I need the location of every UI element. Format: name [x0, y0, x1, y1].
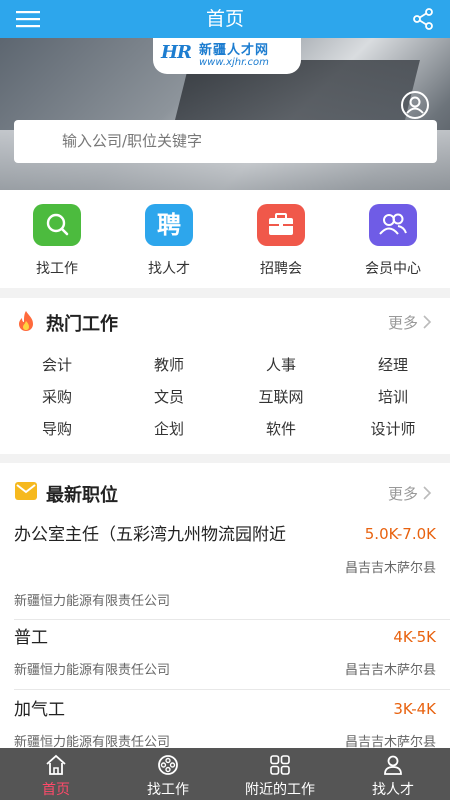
hot-job-tag[interactable]: 人事 [225, 354, 337, 375]
logo-url: www.xjhr.com [199, 57, 269, 68]
job-company: 新疆恒力能源有限责任公司 [14, 663, 171, 678]
tab-find-talent[interactable]: 找人才 [337, 748, 449, 800]
job-location: 昌吉吉木萨尔县 [344, 561, 436, 576]
hot-job-tag[interactable]: 经理 [337, 354, 449, 375]
search-placeholder: 输入公司/职位关键字 [62, 132, 203, 150]
chevron-right-icon[interactable] [422, 315, 432, 329]
job-list-item[interactable]: 办公室主任（五彩湾九州物流园附近 5.0K-7.0K 昌吉吉木萨尔县 新疆恒力能… [0, 515, 450, 620]
logo-name: 新疆人才网 [199, 43, 270, 58]
person-icon [384, 755, 402, 775]
banner: HR 新疆人才网 www.xjhr.com [0, 38, 450, 190]
job-list-item[interactable]: 加气工 3K-4K 新疆恒力能源有限责任公司 昌吉吉木萨尔县 [0, 692, 450, 752]
tab-home[interactable]: 首页 [0, 748, 112, 800]
job-title: 普工 [14, 628, 48, 648]
chevron-right-icon[interactable] [422, 486, 432, 500]
briefcase-icon [257, 204, 305, 246]
home-icon [46, 754, 66, 775]
job-salary: 3K-4K [393, 700, 436, 718]
job-location: 昌吉吉木萨尔县 [344, 663, 436, 678]
top-bar: 首页 [0, 0, 450, 38]
page-title: 首页 [205, 8, 244, 30]
quick-links: 找工作 聘 找人才 招聘会 会员中心 [0, 190, 450, 288]
latest-jobs-header: 最新职位 更多 [0, 463, 450, 507]
latest-jobs-title: 最新职位 [46, 485, 118, 506]
latest-jobs-more-link[interactable]: 更多 [388, 483, 418, 504]
hot-jobs-header: 热门工作 更多 [0, 298, 450, 342]
hot-job-tag[interactable]: 采购 [1, 386, 113, 407]
grid-icon [270, 755, 290, 775]
bottom-tab-bar: 首页 找工作 附近的工作 找人才 [0, 748, 450, 800]
hot-job-tag[interactable]: 设计师 [337, 418, 449, 439]
job-salary: 4K-5K [393, 628, 436, 646]
share-icon[interactable] [410, 6, 436, 32]
job-title: 加气工 [14, 700, 65, 720]
flame-icon [19, 311, 33, 331]
latest-jobs-section: 最新职位 更多 办公室主任（五彩湾九州物流园附近 5.0K-7.0K 昌吉吉木萨… [0, 463, 450, 753]
tab-nearby-jobs[interactable]: 附近的工作 [224, 748, 336, 800]
members-icon [369, 204, 417, 246]
hot-jobs-title: 热门工作 [46, 314, 118, 335]
quick-link-find-talent[interactable]: 聘 找人才 [124, 204, 214, 278]
hot-job-tag[interactable]: 文员 [113, 386, 225, 407]
job-salary: 5.0K-7.0K [364, 525, 436, 543]
recruit-icon: 聘 [145, 204, 193, 246]
hot-job-tag[interactable]: 互联网 [225, 386, 337, 407]
hot-job-tag[interactable]: 软件 [225, 418, 337, 439]
hot-jobs-section: 热门工作 更多 会计 教师 人事 经理 采购 文员 互联网 培训 导购 企划 软… [0, 298, 450, 454]
hot-job-tag[interactable]: 企划 [113, 418, 225, 439]
search-icon [33, 204, 81, 246]
tab-find-job[interactable]: 找工作 [112, 748, 224, 800]
quick-link-member-center[interactable]: 会员中心 [348, 204, 438, 278]
film-reel-icon [158, 755, 178, 775]
hot-job-tag[interactable]: 会计 [1, 354, 113, 375]
hot-job-tag[interactable]: 培训 [337, 386, 449, 407]
envelope-icon [15, 482, 37, 500]
job-list-item[interactable]: 普工 4K-5K 新疆恒力能源有限责任公司 昌吉吉木萨尔县 [0, 620, 450, 690]
quick-link-job-fair[interactable]: 招聘会 [236, 204, 326, 278]
logo-mark: HR [161, 42, 192, 63]
quick-link-find-job[interactable]: 找工作 [12, 204, 102, 278]
job-company: 新疆恒力能源有限责任公司 [14, 594, 171, 609]
job-title: 办公室主任（五彩湾九州物流园附近 [14, 525, 286, 545]
hot-jobs-more-link[interactable]: 更多 [388, 312, 418, 333]
search-input[interactable]: 输入公司/职位关键字 [14, 120, 437, 163]
site-logo: HR 新疆人才网 www.xjhr.com [153, 38, 301, 74]
hot-job-tag[interactable]: 导购 [1, 418, 113, 439]
hot-job-tag[interactable]: 教师 [113, 354, 225, 375]
user-icon[interactable] [400, 90, 430, 120]
